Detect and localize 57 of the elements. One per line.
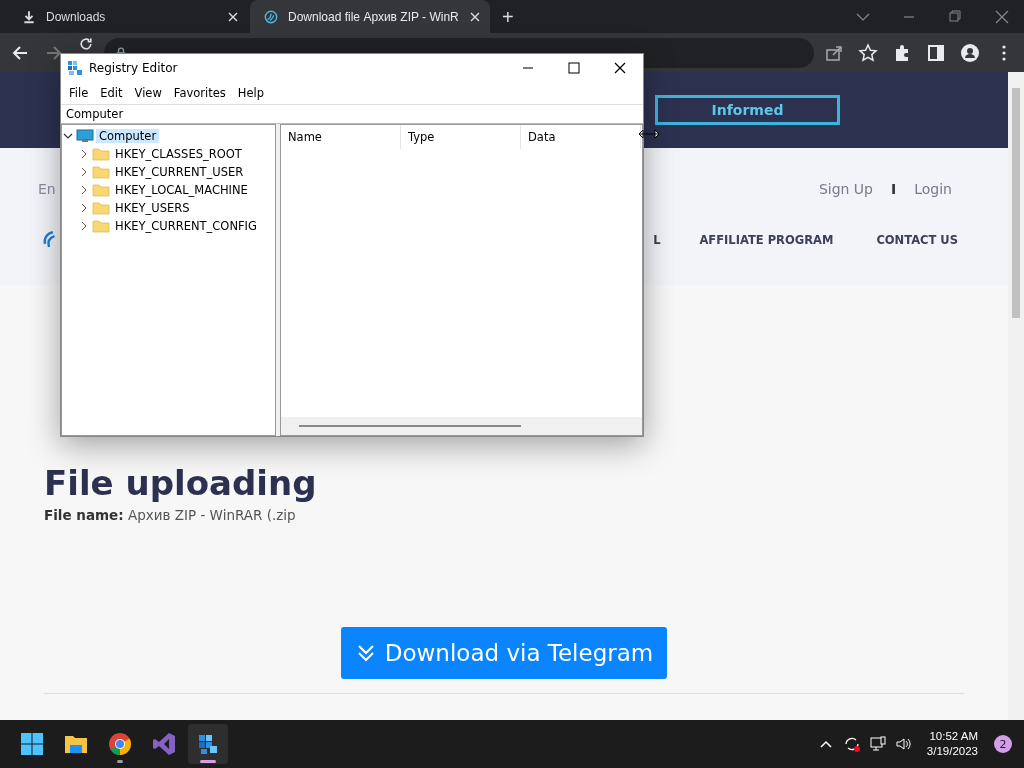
download-icon (22, 9, 36, 24)
sign-up-link[interactable]: Sign Up (818, 181, 873, 197)
download-button[interactable]: Download via Telegram (340, 627, 668, 679)
maximize-icon (568, 62, 580, 74)
close-icon (614, 62, 626, 74)
menu-item[interactable]: Favorites (167, 86, 232, 100)
page-heading: File uploading (44, 463, 318, 503)
monitor-icon (76, 129, 94, 143)
horizontal-scrollbar[interactable] (281, 417, 642, 435)
informed-button[interactable]: Informed (655, 95, 840, 125)
address-field[interactable]: Computer (61, 104, 643, 124)
separator-text: I (891, 181, 897, 197)
clock-date: 3/19/2023 (926, 744, 978, 759)
star-icon[interactable] (858, 42, 878, 63)
tree-item[interactable]: HKEY_LOCAL_MACHINE (112, 183, 251, 197)
nav-link[interactable]: AFFILIATE PROGRAM (699, 233, 834, 247)
column-header[interactable]: Type (401, 125, 521, 149)
menu-item[interactable]: File (63, 86, 95, 100)
menu-item[interactable]: Edit (94, 86, 129, 100)
reload-icon[interactable] (78, 36, 94, 52)
volume-icon[interactable] (894, 735, 913, 753)
folder-icon (92, 183, 110, 197)
menu-item[interactable]: View (128, 86, 168, 100)
start-icon[interactable] (20, 732, 44, 756)
file-name-text: File name: Архив ZIP - WinRAR (.zip (44, 507, 297, 523)
tree-item[interactable]: Computer (96, 129, 160, 143)
login-link[interactable]: Login (914, 181, 952, 197)
network-icon[interactable] (868, 735, 887, 753)
scrollbar[interactable] (1008, 72, 1024, 720)
tree-item[interactable]: HKEY_CURRENT_CONFIG (112, 219, 260, 233)
clock-time: 10:52 AM (929, 729, 978, 744)
browser-tab[interactable]: Download file Архив ZIP - WinR (250, 0, 490, 33)
nav-link[interactable]: CONTACT US (876, 233, 958, 247)
window-title: Registry Editor (89, 61, 178, 75)
tree-item[interactable]: HKEY_CURRENT_USER (112, 165, 247, 179)
tree-item[interactable]: HKEY_CLASSES_ROOT (112, 147, 245, 161)
menu-item[interactable]: Help (231, 86, 270, 100)
notification-badge[interactable]: 2 (994, 735, 1012, 753)
clock[interactable]: 10:52 AM 3/19/2023 (926, 729, 978, 759)
sync-icon[interactable] (842, 735, 861, 753)
profile-icon[interactable] (960, 42, 980, 63)
close-icon[interactable] (228, 11, 238, 22)
new-tab-button[interactable]: + (492, 1, 524, 33)
nav-link[interactable]: L (653, 233, 661, 247)
infinity-ribbon-icon[interactable] (152, 732, 176, 756)
folder-icon (92, 201, 110, 215)
side-panel-icon[interactable] (926, 42, 946, 63)
column-header[interactable]: Name (281, 125, 401, 149)
browser-icon[interactable] (108, 732, 132, 756)
cubes-icon[interactable] (196, 732, 220, 756)
tree-item[interactable]: HKEY_USERS (112, 201, 193, 215)
browser-tab[interactable]: Downloads (8, 0, 248, 33)
folder-icon (92, 219, 110, 233)
swirl-icon (264, 9, 278, 24)
close-icon[interactable] (470, 11, 480, 22)
cubes-icon (67, 60, 83, 76)
folder-icon (92, 165, 110, 179)
